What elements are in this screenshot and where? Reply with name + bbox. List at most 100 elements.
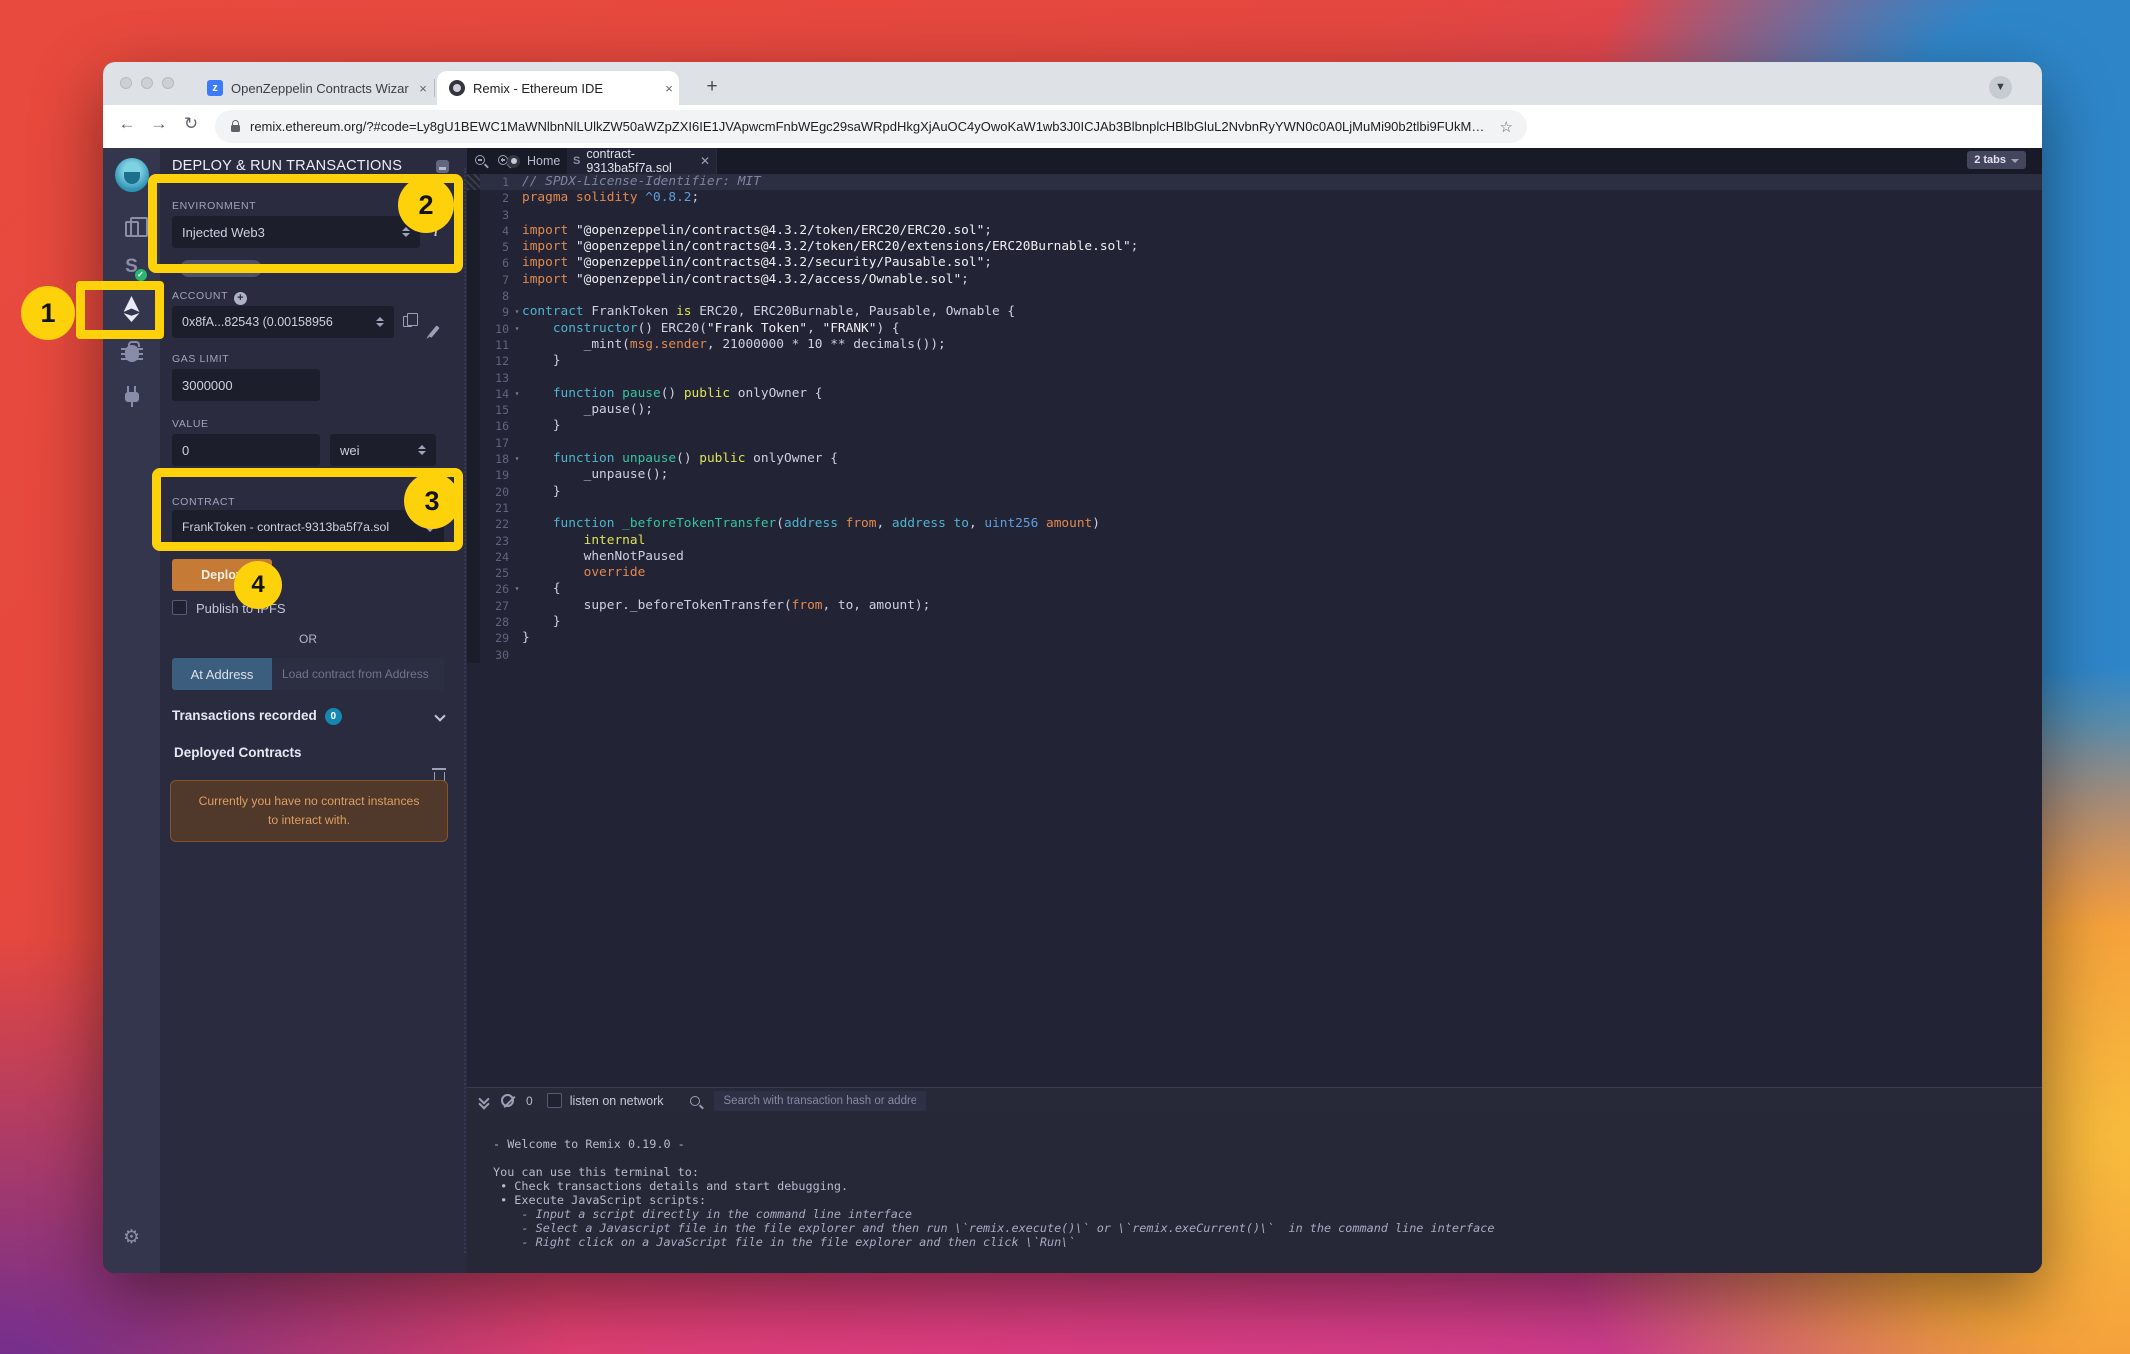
openzeppelin-favicon: z: [207, 80, 223, 96]
pin-panel-icon[interactable]: [436, 160, 449, 173]
code-line: 15 _pause();: [467, 402, 2042, 418]
zoom-window-button[interactable]: [162, 77, 174, 89]
listen-network-label: listen on network: [570, 1094, 664, 1108]
terminal-line: - Input a script directly in the command…: [467, 1207, 2042, 1221]
terminal-toolbar: 0 listen on network: [467, 1087, 2042, 1113]
transactions-count-badge: 0: [325, 708, 342, 725]
close-file-tab-icon[interactable]: ✕: [692, 154, 710, 168]
solidity-file-icon: S: [573, 155, 580, 167]
account-label: ACCOUNT+: [172, 290, 247, 305]
tab-label: OpenZeppelin Contracts Wizar: [231, 81, 413, 96]
gas-limit-label: GAS LIMIT: [172, 353, 229, 365]
terminal-line: - Select a Javascript file in the file e…: [467, 1221, 2042, 1235]
code-line: 28 }: [467, 614, 2042, 630]
plugin-manager-icon[interactable]: [103, 386, 160, 402]
remix-favicon: [449, 80, 465, 96]
terminal-line: - Welcome to Remix 0.19.0 -: [467, 1137, 2042, 1151]
gas-limit-input[interactable]: [172, 369, 320, 401]
publish-ipfs-checkbox[interactable]: [172, 600, 187, 615]
at-address-button[interactable]: At Address: [172, 658, 272, 690]
deployed-contracts-header: Deployed Contracts: [174, 745, 302, 760]
compile-success-badge: ✓: [135, 269, 147, 281]
code-line: 10▾ constructor() ERC20("Frank Token", "…: [467, 321, 2042, 337]
new-tab-button[interactable]: +: [699, 74, 725, 100]
code-line: 22 function _beforeTokenTransfer(address…: [467, 516, 2042, 532]
address-bar[interactable]: remix.ethereum.org/?#code=Ly8gU1BEWC1MaW…: [215, 110, 1527, 143]
code-line: 1// SPDX-License-Identifier: MIT: [467, 174, 2042, 190]
code-line: 19 _unpause();: [467, 467, 2042, 483]
code-line: 14▾ function pause() public onlyOwner {: [467, 386, 2042, 402]
remix-app: S ✓ ⚙ DEPLOY & RUN TRANSACTIONS ENVIRONME…: [103, 148, 2042, 1273]
terminal-line: • Check transactions details and start d…: [467, 1179, 2042, 1193]
transactions-recorded-header[interactable]: Transactions recorded0: [172, 708, 342, 725]
tab-remix-ide[interactable]: Remix - Ethereum IDE ×: [437, 71, 679, 105]
select-stepper-icon: [412, 445, 426, 455]
terminal-line: • Execute JavaScript scripts:: [467, 1193, 2042, 1207]
code-line: 4import "@openzeppelin/contracts@4.3.2/t…: [467, 223, 2042, 239]
minimize-window-button[interactable]: [141, 77, 153, 89]
fold-icon[interactable]: ▾: [512, 451, 522, 467]
editor-area: Home S contract-9313ba5f7a.sol ✕ 2 tabs …: [467, 148, 2042, 1273]
reload-button[interactable]: ↻: [179, 114, 203, 134]
terminal-expand-icon[interactable]: [479, 1095, 489, 1107]
code-line: 11 _mint(msg.sender, 21000000 * 10 ** de…: [467, 337, 2042, 353]
fold-icon[interactable]: ▾: [512, 304, 522, 320]
terminal-line: You can use this terminal to:: [467, 1165, 2042, 1179]
annotation-circle-3: 3: [404, 473, 460, 529]
code-line: 7import "@openzeppelin/contracts@4.3.2/a…: [467, 272, 2042, 288]
close-window-button[interactable]: [120, 77, 132, 89]
zoom-out-icon[interactable]: [475, 155, 485, 165]
code-line: 16 }: [467, 418, 2042, 434]
code-line: 20 }: [467, 484, 2042, 500]
code-line: 21: [467, 500, 2042, 516]
terminal-output[interactable]: - Welcome to Remix 0.19.0 - You can use …: [467, 1113, 2042, 1273]
terminal-search-input[interactable]: [714, 1091, 926, 1111]
bookmark-star-icon[interactable]: ☆: [1500, 118, 1513, 136]
url-text[interactable]: remix.ethereum.org/?#code=Ly8gU1BEWC1MaW…: [250, 119, 1490, 134]
value-input[interactable]: [172, 434, 320, 466]
code-line: 3: [467, 207, 2042, 223]
forward-button[interactable]: →: [147, 114, 171, 134]
copy-account-icon[interactable]: [403, 316, 412, 327]
annotation-circle-2: 2: [398, 177, 454, 233]
fold-icon[interactable]: ▾: [512, 321, 522, 337]
tabs-count-badge[interactable]: 2 tabs: [1967, 151, 2026, 169]
tab-home[interactable]: Home: [497, 148, 570, 174]
close-tab-icon[interactable]: ×: [413, 81, 433, 96]
annotation-circle-4: 4: [234, 561, 282, 609]
chevron-down-icon[interactable]: [434, 710, 445, 721]
add-account-icon[interactable]: +: [234, 292, 247, 305]
code-line: 8: [467, 288, 2042, 304]
debugger-icon[interactable]: [103, 342, 160, 362]
tab-contract-file[interactable]: S contract-9313ba5f7a.sol ✕: [567, 148, 717, 174]
code-line: 24 whenNotPaused: [467, 549, 2042, 565]
tab-openzeppelin-wizard[interactable]: z OpenZeppelin Contracts Wizar ×: [195, 71, 433, 105]
code-line: 27 super._beforeTokenTransfer(from, to, …: [467, 598, 2042, 614]
at-address-input[interactable]: [272, 658, 444, 690]
terminal-clear-icon[interactable]: [501, 1094, 514, 1107]
value-unit-select[interactable]: wei: [330, 434, 436, 466]
browser-toolbar: ← → ↻ remix.ethereum.org/?#code=Ly8gU1BE…: [103, 105, 2042, 148]
settings-gear-icon[interactable]: ⚙: [103, 1228, 160, 1248]
fold-icon[interactable]: ▾: [512, 581, 522, 597]
code-line: 13: [467, 370, 2042, 386]
close-tab-icon[interactable]: ×: [659, 81, 679, 96]
search-icon: [690, 1096, 700, 1106]
deploy-run-panel: DEPLOY & RUN TRANSACTIONS ENVIRONMENT In…: [160, 148, 467, 1273]
back-button[interactable]: ←: [115, 114, 139, 134]
code-line: 30: [467, 647, 2042, 663]
code-editor[interactable]: 1// SPDX-License-Identifier: MIT2pragma …: [467, 174, 2042, 1087]
edit-account-icon[interactable]: [428, 325, 439, 337]
lock-icon: [231, 125, 240, 132]
tab-search-button[interactable]: ▼: [1989, 76, 2012, 99]
annotation-circle-1: 1: [21, 286, 75, 340]
terminal-line: [467, 1151, 2042, 1165]
code-line: 12 }: [467, 353, 2042, 369]
code-line: 9▾contract FrankToken is ERC20, ERC20Bur…: [467, 304, 2042, 320]
code-line: 18▾ function unpause() public onlyOwner …: [467, 451, 2042, 467]
account-select[interactable]: 0x8fA...82543 (0.00158956: [172, 306, 394, 338]
panel-title: DEPLOY & RUN TRANSACTIONS: [172, 158, 402, 174]
value-label: VALUE: [172, 418, 209, 430]
fold-icon[interactable]: ▾: [512, 386, 522, 402]
listen-network-checkbox[interactable]: [547, 1093, 562, 1108]
